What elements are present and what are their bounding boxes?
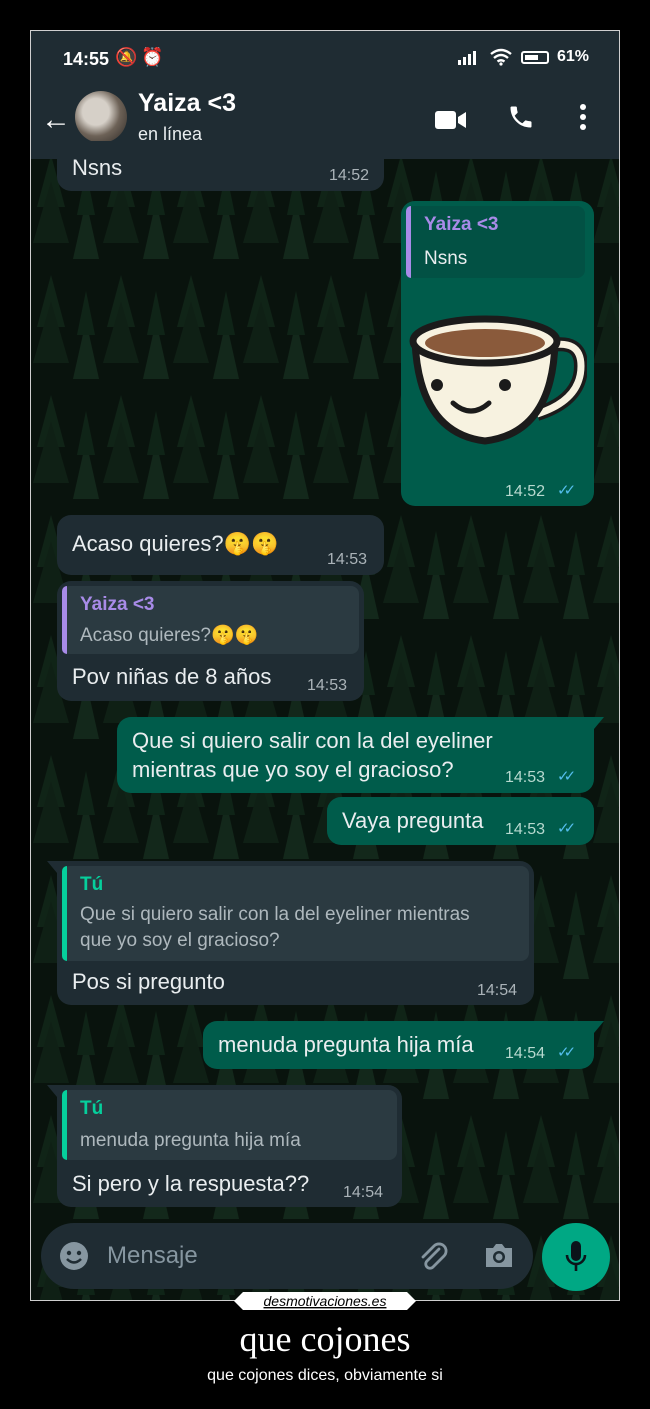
- message-time: 14:53: [505, 821, 546, 838]
- message-outgoing[interactable]: Vaya pregunta 14:53 ✓✓: [327, 797, 594, 845]
- signal-icon: [457, 51, 476, 65]
- message-outgoing[interactable]: Que si quiero salir con la del eyeliner …: [117, 717, 594, 793]
- message-text: Si pero y la respuesta??: [72, 1171, 310, 1196]
- coffee-sticker[interactable]: [407, 311, 587, 451]
- message-incoming-reply[interactable]: Yaiza <3 Acaso quieres?🤫🤫 Pov niñas de 8…: [57, 581, 364, 701]
- message-text: Nsns: [72, 155, 123, 180]
- quote-text: Acaso quieres?🤫🤫: [80, 625, 259, 646]
- message-time: 14:54: [505, 1045, 546, 1062]
- mute-icon: 🔕: [115, 47, 142, 67]
- battery-icon: [520, 50, 549, 64]
- bubble-tail: [594, 717, 604, 729]
- alarm-icon: ⏰: [141, 47, 168, 67]
- message-text: Pov niñas de 8 años: [72, 664, 272, 689]
- quote-text: Nsns: [424, 248, 468, 269]
- attach-icon[interactable]: [417, 1240, 449, 1272]
- message-incoming[interactable]: Nsns 14:52: [57, 141, 384, 191]
- contact-avatar[interactable]: [75, 91, 127, 143]
- message-incoming-reply[interactable]: Tú menuda pregunta hija mía Si pero y la…: [57, 1085, 402, 1207]
- message-time: 14:52: [505, 483, 546, 500]
- video-call-icon[interactable]: [435, 109, 467, 131]
- message-outgoing-sticker[interactable]: Yaiza <3 Nsns 14:52 ✓✓: [401, 201, 594, 506]
- quoted-message[interactable]: Yaiza <3 Acaso quieres?🤫🤫: [62, 586, 359, 654]
- message-time: 14:54: [477, 982, 518, 999]
- status-icons: 61%: [457, 48, 589, 66]
- quote-author: Yaiza <3: [424, 214, 499, 235]
- message-input[interactable]: [105, 1237, 389, 1275]
- message-time: 14:53: [505, 769, 546, 786]
- quote-text-line1: Que si quiero salir con la del eyeliner …: [80, 904, 470, 925]
- message-incoming[interactable]: Acaso quieres?🤫🤫 14:53: [57, 515, 384, 575]
- message-time: 14:52: [329, 167, 370, 184]
- back-arrow-icon[interactable]: ←: [41, 105, 71, 135]
- caption-subtitle: que cojones dices, obviamente si: [207, 1367, 443, 1384]
- quote-author: Tú: [80, 1098, 104, 1119]
- quote-text-line2: que yo soy el gracioso?: [80, 930, 280, 951]
- bubble-tail: [594, 1021, 604, 1033]
- phone-icon[interactable]: [507, 103, 535, 131]
- bubble-tail: [47, 1085, 57, 1097]
- status-bar: 14:55 🔕⏰ 61%: [31, 31, 619, 87]
- message-text-line2: mientras que yo soy el gracioso?: [132, 757, 454, 782]
- read-ticks-icon: ✓✓: [557, 482, 576, 499]
- quote-author: Tú: [80, 874, 104, 895]
- quote-bar: [62, 1090, 67, 1160]
- battery-level: 61%: [556, 48, 589, 65]
- quoted-message[interactable]: Tú menuda pregunta hija mía: [62, 1090, 397, 1160]
- message-time: 14:53: [327, 551, 368, 568]
- more-vert-icon[interactable]: [578, 103, 588, 131]
- contact-name[interactable]: Yaiza <3: [138, 89, 236, 118]
- message-time: 14:54: [343, 1184, 384, 1201]
- message-time: 14:53: [307, 677, 348, 694]
- message-incoming-reply[interactable]: Tú Que si quiero salir con la del eyelin…: [57, 861, 534, 1005]
- message-text: menuda pregunta hija mía: [218, 1032, 474, 1057]
- caption-title: que cojones: [239, 1319, 411, 1359]
- read-ticks-icon: ✓✓: [557, 768, 576, 785]
- message-text: Vaya pregunta: [342, 808, 484, 833]
- message-text: Pos si pregunto: [72, 969, 225, 994]
- status-time: 14:55: [63, 49, 110, 69]
- quote-text: menuda pregunta hija mía: [80, 1130, 301, 1151]
- read-ticks-icon: ✓✓: [557, 820, 576, 837]
- bubble-tail: [47, 861, 57, 873]
- quote-bar: [406, 206, 411, 278]
- quote-bar: [62, 866, 67, 961]
- quoted-message[interactable]: Tú Que si quiero salir con la del eyelin…: [62, 866, 529, 961]
- desmotivaciones-logo: desmotivaciones.es: [234, 1292, 416, 1310]
- phone-screenshot: 14:55 🔕⏰ 61% ← Yaiza <3 en línea Nsns 14…: [30, 30, 620, 1301]
- mute-alarm-icons: 🔕⏰: [115, 47, 168, 68]
- wifi-icon: [490, 48, 512, 66]
- watermark-text: desmotivaciones.es: [264, 1293, 387, 1309]
- mic-icon: [565, 1241, 587, 1271]
- quote-author: Yaiza <3: [80, 594, 155, 615]
- mic-button[interactable]: [542, 1223, 610, 1291]
- read-ticks-icon: ✓✓: [557, 1044, 576, 1061]
- message-text: Acaso quieres?🤫🤫: [72, 531, 279, 556]
- quote-bar: [62, 586, 67, 654]
- message-composer: [41, 1223, 533, 1289]
- emoji-icon[interactable]: [59, 1241, 89, 1271]
- message-outgoing[interactable]: menuda pregunta hija mía 14:54 ✓✓: [203, 1021, 594, 1069]
- message-text-line1: Que si quiero salir con la del eyeliner: [132, 728, 493, 753]
- quoted-message[interactable]: Yaiza <3 Nsns: [406, 206, 585, 278]
- camera-icon[interactable]: [483, 1241, 515, 1269]
